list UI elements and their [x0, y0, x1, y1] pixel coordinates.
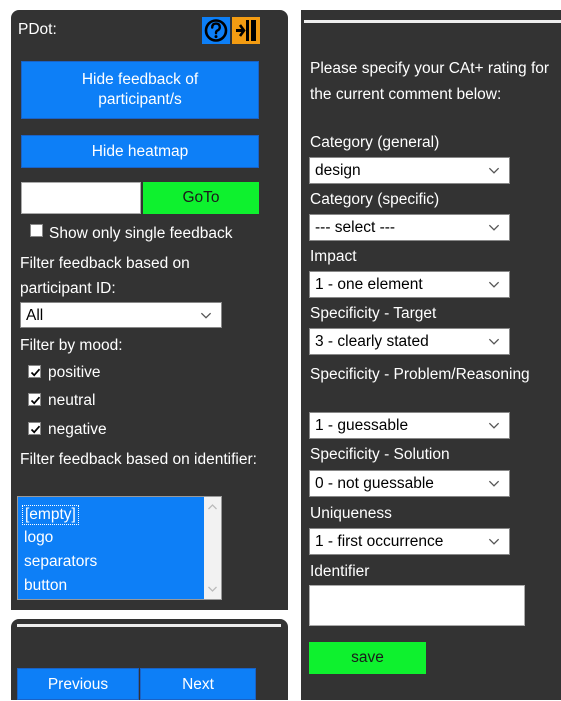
identifier-input[interactable] — [309, 585, 525, 626]
mood-negative-checkbox[interactable] — [28, 422, 41, 435]
specificity-target-label: Specificity - Target — [310, 305, 437, 322]
chevron-down-icon — [488, 338, 500, 345]
chevron-down-icon — [488, 281, 500, 288]
uniqueness-value: 1 - first occurrence — [315, 533, 444, 550]
next-button[interactable]: Next — [140, 668, 256, 700]
impact-label: Impact — [310, 248, 357, 265]
participant-select-value: All — [26, 307, 44, 324]
rating-instruction: Please specify your CAt+ rating for the … — [310, 60, 550, 103]
mood-neutral-label: neutral — [48, 392, 96, 409]
category-specific-select[interactable]: --- select --- — [309, 214, 510, 241]
chevron-down-icon — [488, 167, 500, 174]
list-item[interactable]: logo — [24, 529, 53, 547]
chevron-down-icon — [488, 224, 500, 231]
previous-button[interactable]: Previous — [17, 668, 139, 700]
single-feedback-label: Show only single feedback — [49, 225, 233, 242]
chevron-down-icon — [488, 538, 500, 545]
checkmark-icon — [30, 368, 41, 377]
hide-heatmap-button[interactable]: Hide heatmap — [21, 135, 259, 168]
panel-title: PDot: — [18, 21, 57, 38]
specificity-target-value: 3 - clearly stated — [315, 333, 429, 350]
hide-feedback-button[interactable]: Hide feedback of participant/s — [21, 61, 259, 119]
listbox-scrollbar[interactable] — [204, 497, 221, 599]
filter-mood-label: Filter by mood: — [20, 337, 123, 354]
category-specific-value: --- select --- — [315, 219, 396, 236]
identifier-label: Identifier — [310, 563, 370, 580]
divider — [304, 20, 561, 23]
chevron-down-icon — [488, 422, 500, 429]
identifier-options: [empty] logo separators button — [18, 497, 204, 599]
impact-value: 1 - one element — [315, 276, 423, 293]
specificity-solution-select[interactable]: 0 - not guessable — [309, 470, 510, 497]
checkmark-icon — [30, 425, 41, 434]
chevron-down-icon — [200, 312, 212, 319]
category-specific-label: Category (specific) — [310, 191, 440, 208]
impact-select[interactable]: 1 - one element — [309, 271, 510, 298]
mood-positive-label: positive — [48, 364, 101, 381]
identifier-listbox[interactable]: [empty] logo separators button — [17, 496, 222, 600]
goto-input[interactable] — [21, 182, 141, 214]
mood-neutral-checkbox[interactable] — [28, 393, 41, 406]
exit-icon[interactable] — [232, 17, 260, 44]
mood-negative-label: negative — [48, 421, 107, 438]
filter-identifier-label: Filter feedback based on identifier: — [20, 451, 257, 468]
specificity-problem-value: 1 - guessable — [315, 417, 409, 434]
divider — [17, 624, 281, 627]
uniqueness-label: Uniqueness — [310, 505, 392, 522]
uniqueness-select[interactable]: 1 - first occurrence — [309, 528, 510, 555]
filter-participant-label: Filter feedback based on participant ID: — [20, 255, 190, 297]
specificity-problem-label: Specificity - Problem/Reasoning — [310, 366, 530, 383]
specificity-problem-select[interactable]: 1 - guessable — [309, 412, 510, 439]
category-general-label: Category (general) — [310, 134, 440, 151]
list-item[interactable]: button — [24, 577, 67, 595]
specificity-solution-value: 0 - not guessable — [315, 475, 434, 492]
goto-button[interactable]: GoTo — [143, 182, 259, 214]
category-general-select[interactable]: design — [309, 157, 510, 184]
specificity-solution-label: Specificity - Solution — [310, 446, 450, 463]
participant-select[interactable]: All — [20, 302, 222, 328]
list-item[interactable]: separators — [24, 553, 97, 571]
category-general-value: design — [315, 162, 361, 179]
mood-positive-checkbox[interactable] — [28, 365, 41, 378]
list-item[interactable]: [empty] — [22, 505, 79, 525]
checkmark-icon — [30, 396, 41, 405]
help-icon[interactable] — [202, 17, 230, 44]
single-feedback-checkbox[interactable] — [30, 224, 43, 237]
chevron-down-icon — [488, 480, 500, 487]
save-button[interactable]: save — [309, 642, 426, 674]
specificity-target-select[interactable]: 3 - clearly stated — [309, 328, 510, 355]
